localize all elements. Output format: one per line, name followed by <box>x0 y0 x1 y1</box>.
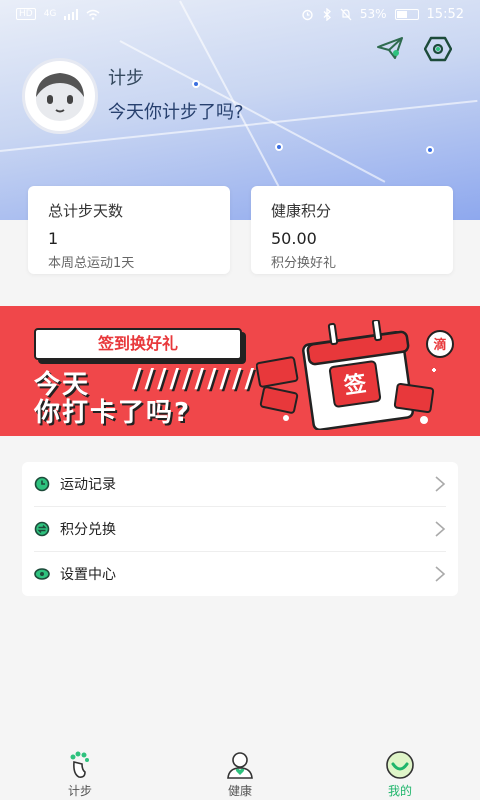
bubble-char: 滴 <box>433 337 446 353</box>
bluetooth-icon <box>323 7 331 21</box>
menu-item-settings-center[interactable]: 设置中心 <box>22 552 458 596</box>
stat-sub: 本周总运动1天 <box>48 256 135 271</box>
clock-time: 15:52 <box>426 6 464 22</box>
chevron-right-icon <box>435 476 446 492</box>
hd-badge: HD <box>16 8 36 20</box>
banner-pill-text: 签到换好礼 <box>97 334 178 353</box>
tab-label: 我的 <box>387 784 412 798</box>
stat-value: 1 <box>48 229 59 248</box>
footprint-icon <box>70 751 89 778</box>
alarm-icon <box>302 9 313 20</box>
battery-level <box>396 10 407 18</box>
avatar[interactable] <box>22 58 98 134</box>
calendar-char: 签 <box>341 370 368 399</box>
map-pin-icon <box>192 80 200 88</box>
chevron-right-icon <box>435 566 446 582</box>
exchange-icon <box>34 521 50 537</box>
stat-value: 50.00 <box>271 229 317 248</box>
person-icon <box>227 752 253 779</box>
avatar-face-icon <box>36 73 84 121</box>
banner-slashes: ////////// <box>132 364 257 394</box>
menu-item-label: 积分兑换 <box>60 522 116 538</box>
tab-steps[interactable]: 计步 <box>40 750 120 800</box>
tab-mine[interactable]: 我的 <box>360 750 440 800</box>
stat-card-health-points[interactable]: 健康积分 50.00 积分换好礼 <box>251 186 453 274</box>
stat-title: 健康积分 <box>271 202 332 220</box>
tab-health[interactable]: 健康 <box>200 750 280 800</box>
settings-icon[interactable] <box>424 36 452 62</box>
stat-title: 总计步天数 <box>48 202 124 220</box>
banner-pill: 签到换好礼 <box>34 328 242 360</box>
checkin-banner[interactable]: 签到换好礼 今天 ////////// 你打卡了吗? 签 滴 <box>0 306 480 436</box>
bottom-nav: 计步 健康 我的 <box>0 746 480 800</box>
menu-item-points-exchange[interactable]: 积分兑换 <box>22 507 458 551</box>
mute-icon <box>340 8 352 20</box>
app-slogan: 今天你计步了吗? <box>108 102 244 123</box>
clock-icon <box>34 476 50 492</box>
app-name: 计步 <box>108 68 144 89</box>
stat-sub: 积分换好礼 <box>271 256 337 271</box>
status-bar: HD 4G 53% 15:52 <box>0 0 480 28</box>
smile-icon <box>386 751 414 779</box>
calendar-gift-illustration: 签 滴 <box>256 320 454 430</box>
wifi-icon <box>86 9 100 20</box>
stat-card-total-days[interactable]: 总计步天数 1 本周总运动1天 <box>28 186 230 274</box>
menu-item-exercise-record[interactable]: 运动记录 <box>22 462 458 506</box>
network-indicator: 4G <box>43 9 57 19</box>
battery-icon <box>394 8 419 20</box>
menu-item-label: 设置中心 <box>60 567 116 583</box>
signal-icon <box>64 8 79 20</box>
battery-percent: 53% <box>359 7 387 21</box>
chevron-right-icon <box>435 521 446 537</box>
settings-menu: 运动记录 积分兑换 设置中心 <box>22 462 458 596</box>
send-icon[interactable] <box>376 36 404 60</box>
map-pin-icon <box>275 143 283 151</box>
map-pin-icon <box>426 146 434 154</box>
eye-icon <box>34 568 50 580</box>
menu-item-label: 运动记录 <box>60 477 116 493</box>
tab-label: 健康 <box>227 784 252 798</box>
tab-label: 计步 <box>67 784 92 798</box>
banner-line2: 你打卡了吗? <box>34 398 192 428</box>
